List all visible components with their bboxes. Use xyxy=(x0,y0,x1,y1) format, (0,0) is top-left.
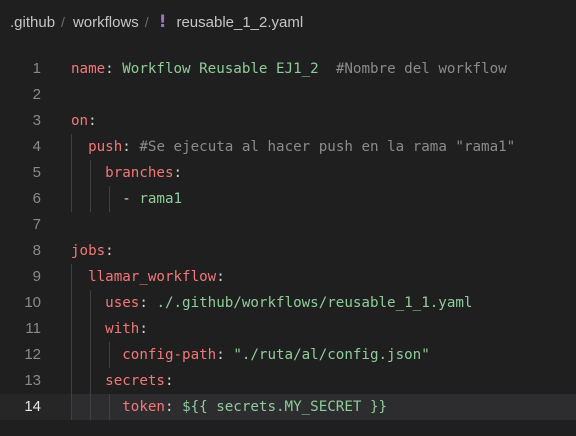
line-number: 5 xyxy=(32,164,41,181)
breadcrumb: .github / workflows / ! reusable_1_2.yam… xyxy=(0,0,576,44)
yaml-key: secrets xyxy=(105,373,165,389)
yaml-value: ${{ secrets.MY_SECRET }} xyxy=(182,399,388,415)
yaml-key: uses xyxy=(105,295,140,311)
code-line[interactable]: 6 - rama1 xyxy=(0,186,576,212)
code-line[interactable]: 5 branches: xyxy=(0,160,576,186)
line-number: 12 xyxy=(24,346,41,363)
line-number: 2 xyxy=(32,86,41,103)
code-line[interactable]: 4 push: #Se ejecuta al hacer push en la … xyxy=(0,134,576,160)
code-line[interactable]: 1 name: Workflow Reusable EJ1_2 #Nombre … xyxy=(0,56,576,82)
code-line[interactable]: 10 uses: ./.github/workflows/reusable_1_… xyxy=(0,290,576,316)
line-number: 14 xyxy=(24,398,41,415)
line-content[interactable]: config-path: "./ruta/al/config.json" xyxy=(71,342,576,368)
yaml-value: ./.github/workflows/reusable_1_1.yaml xyxy=(156,295,473,311)
indent-guide xyxy=(71,394,72,420)
punctuation: : xyxy=(139,321,148,337)
yaml-key: push xyxy=(88,139,123,155)
code-line[interactable]: 8 jobs: xyxy=(0,238,576,264)
line-content[interactable]: token: ${{ secrets.MY_SECRET }} xyxy=(71,394,576,420)
line-number: 6 xyxy=(32,190,41,207)
yaml-comment: #Se ejecuta al hacer push en la rama "ra… xyxy=(139,139,516,155)
punctuation: : xyxy=(122,139,140,155)
line-number: 4 xyxy=(32,138,41,155)
code-line-current[interactable]: 14 token: ${{ secrets.MY_SECRET }} xyxy=(0,394,576,420)
code-line[interactable]: 9 llamar_workflow: xyxy=(0,264,576,290)
punctuation: : xyxy=(216,347,234,363)
punctuation: : xyxy=(164,373,174,389)
line-content[interactable]: llamar_workflow: xyxy=(71,264,576,290)
line-content[interactable]: branches: xyxy=(71,160,576,186)
yaml-comment: #Nombre del workflow xyxy=(335,61,507,77)
line-content[interactable]: secrets: xyxy=(71,368,576,394)
yaml-value: "./ruta/al/config.json" xyxy=(233,347,430,363)
list-dash: - xyxy=(71,191,140,207)
punctuation: : xyxy=(164,399,183,415)
line-number: 1 xyxy=(32,60,41,77)
yaml-key: branches xyxy=(105,165,174,181)
code-line[interactable]: 11 with: xyxy=(0,316,576,342)
line-content[interactable] xyxy=(71,212,576,238)
yaml-key: name xyxy=(71,61,106,77)
breadcrumb-file[interactable]: reusable_1_2.yaml xyxy=(176,14,303,31)
punctuation: : xyxy=(105,61,123,77)
yaml-key: with xyxy=(105,321,140,337)
yaml-key: config-path xyxy=(122,347,217,363)
breadcrumb-separator: / xyxy=(61,14,65,30)
yaml-key: jobs xyxy=(71,243,106,259)
code-line[interactable]: 12 config-path: "./ruta/al/config.json" xyxy=(0,342,576,368)
breadcrumb-folder-workflows[interactable]: workflows xyxy=(73,14,139,31)
line-content[interactable] xyxy=(71,82,576,108)
code-editor[interactable]: 1 name: Workflow Reusable EJ1_2 #Nombre … xyxy=(0,44,576,436)
line-number: 7 xyxy=(32,216,41,233)
indent-guide xyxy=(109,394,110,420)
line-content[interactable]: uses: ./.github/workflows/reusable_1_1.y… xyxy=(71,290,576,316)
line-content[interactable]: jobs: xyxy=(71,238,576,264)
line-number: 3 xyxy=(32,112,41,129)
indent-guide xyxy=(90,394,91,420)
line-content[interactable]: - rama1 xyxy=(71,186,576,212)
line-number: 11 xyxy=(25,320,41,337)
line-content[interactable]: with: xyxy=(71,316,576,342)
yaml-file-icon: ! xyxy=(158,12,167,32)
punctuation: : xyxy=(88,113,97,129)
code-line[interactable]: 7 xyxy=(0,212,576,238)
breadcrumb-folder-github[interactable]: .github xyxy=(10,14,55,31)
line-number: 10 xyxy=(24,294,41,311)
line-content[interactable]: name: Workflow Reusable EJ1_2 #Nombre de… xyxy=(71,56,576,82)
punctuation: : xyxy=(105,243,114,259)
yaml-key: llamar_workflow xyxy=(88,269,217,285)
code-line[interactable]: 3 on: xyxy=(0,108,576,134)
breadcrumb-separator: / xyxy=(144,14,149,30)
punctuation: : xyxy=(216,269,225,285)
punctuation: : xyxy=(173,165,183,181)
yaml-key: token xyxy=(122,399,165,415)
line-content[interactable]: push: #Se ejecuta al hacer push en la ra… xyxy=(71,134,576,160)
code-line[interactable]: 2 xyxy=(0,82,576,108)
line-number: 9 xyxy=(32,268,41,285)
yaml-value: Workflow Reusable EJ1_2 xyxy=(122,61,319,77)
line-number: 13 xyxy=(24,372,41,389)
yaml-value: rama1 xyxy=(139,191,183,207)
code-line[interactable]: 13 secrets: xyxy=(0,368,576,394)
punctuation: : xyxy=(139,295,157,311)
line-content[interactable]: on: xyxy=(71,108,576,134)
yaml-key: on xyxy=(71,113,89,129)
line-number: 8 xyxy=(32,242,41,259)
